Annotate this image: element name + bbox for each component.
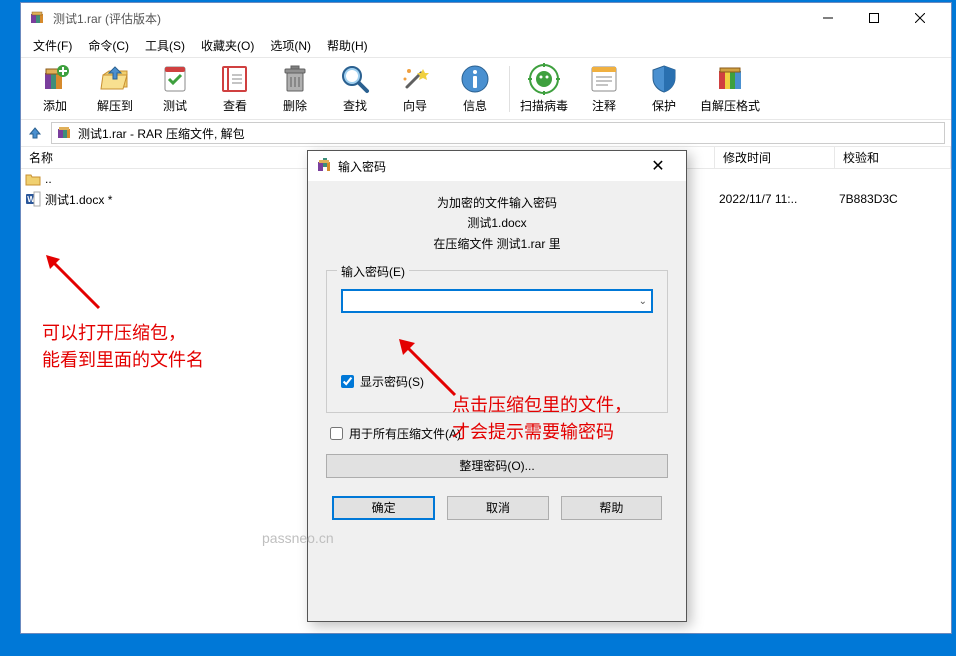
docx-icon: W (25, 191, 41, 207)
col-crc[interactable]: 校验和 (835, 147, 951, 168)
up-folder-icon[interactable] (27, 125, 43, 141)
close-button[interactable] (897, 3, 943, 33)
password-legend: 输入密码(E) (337, 263, 409, 280)
menu-favorites[interactable]: 收藏夹(O) (193, 35, 262, 56)
tool-delete[interactable]: 删除 (265, 60, 325, 118)
path-row: 测试1.rar - RAR 压缩文件, 解包 (21, 119, 951, 147)
menu-tools[interactable]: 工具(S) (137, 35, 193, 56)
tool-view[interactable]: 查看 (205, 60, 265, 118)
wizard-icon (399, 63, 431, 95)
tool-virus[interactable]: 扫描病毒 (514, 60, 574, 118)
use-for-all-checkbox[interactable] (330, 427, 343, 440)
password-input[interactable]: ⌄ (341, 289, 653, 313)
use-for-all-label: 用于所有压缩文件(A) (349, 425, 461, 442)
dialog-titlebar: 输入密码 ✕ (308, 151, 686, 181)
virus-icon (528, 63, 560, 95)
maximize-button[interactable] (851, 3, 897, 33)
window-title: 测试1.rar (评估版本) (53, 10, 161, 27)
protect-icon (648, 63, 680, 95)
sfx-icon (714, 63, 746, 95)
tool-extract[interactable]: 解压到 (85, 60, 145, 118)
manage-passwords-button[interactable]: 整理密码(O)... (326, 454, 668, 478)
dialog-title: 输入密码 (338, 158, 638, 175)
ok-button[interactable]: 确定 (332, 496, 435, 520)
tool-info[interactable]: 信息 (445, 60, 505, 118)
find-icon (339, 63, 371, 95)
tool-test[interactable]: 测试 (145, 60, 205, 118)
tool-add[interactable]: 添加 (25, 60, 85, 118)
minimize-button[interactable] (805, 3, 851, 33)
dialog-close-button[interactable]: ✕ (638, 156, 678, 176)
toolbar-separator (509, 66, 510, 112)
password-group: 输入密码(E) ⌄ 显示密码(S) (326, 270, 668, 413)
comment-icon (588, 63, 620, 95)
folder-icon (25, 171, 41, 187)
password-dialog: 输入密码 ✕ 为加密的文件输入密码 测试1.docx 在压缩文件 测试1.rar… (307, 150, 687, 622)
dialog-app-icon (316, 158, 332, 174)
tool-wizard[interactable]: 向导 (385, 60, 445, 118)
menu-file[interactable]: 文件(F) (25, 35, 80, 56)
tool-find[interactable]: 查找 (325, 60, 385, 118)
view-icon (219, 63, 251, 95)
path-text: 测试1.rar - RAR 压缩文件, 解包 (78, 125, 245, 142)
show-password-checkbox[interactable] (341, 375, 354, 388)
menubar: 文件(F) 命令(C) 工具(S) 收藏夹(O) 选项(N) 帮助(H) (21, 33, 951, 57)
toolbar: 添加 解压到 测试 查看 删除 查找 向导 信息 扫描病毒 注释 保护 自解压格… (21, 57, 951, 119)
test-icon (159, 63, 191, 95)
cancel-button[interactable]: 取消 (447, 496, 548, 520)
help-button[interactable]: 帮助 (561, 496, 662, 520)
col-modified[interactable]: 修改时间 (715, 147, 835, 168)
delete-icon (279, 63, 311, 95)
add-icon (39, 63, 71, 95)
archive-icon (56, 125, 72, 141)
menu-command[interactable]: 命令(C) (80, 35, 137, 56)
info-icon (459, 63, 491, 95)
menu-options[interactable]: 选项(N) (262, 35, 319, 56)
address-bar[interactable]: 测试1.rar - RAR 压缩文件, 解包 (51, 122, 945, 144)
chevron-down-icon[interactable]: ⌄ (639, 296, 647, 307)
dialog-message: 为加密的文件输入密码 测试1.docx 在压缩文件 测试1.rar 里 (326, 193, 668, 254)
menu-help[interactable]: 帮助(H) (319, 35, 376, 56)
extract-icon (99, 63, 131, 95)
tool-comment[interactable]: 注释 (574, 60, 634, 118)
winrar-app-icon (29, 10, 45, 26)
tool-protect[interactable]: 保护 (634, 60, 694, 118)
titlebar: 测试1.rar (评估版本) (21, 3, 951, 33)
tool-sfx[interactable]: 自解压格式 (694, 60, 766, 118)
show-password-label: 显示密码(S) (360, 373, 424, 390)
